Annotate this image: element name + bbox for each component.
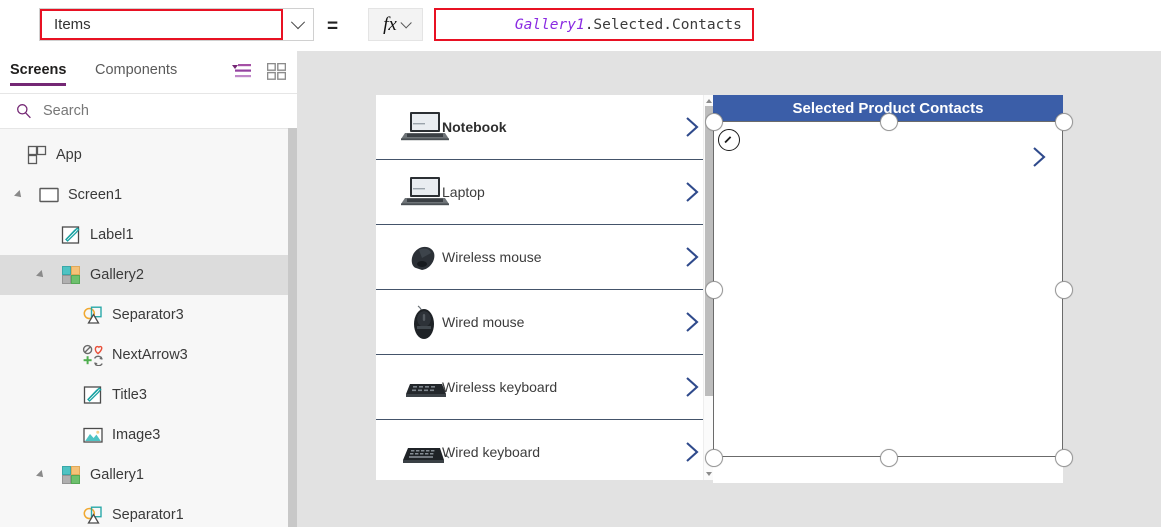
gallery-icon (60, 464, 82, 486)
search-bar[interactable]: Search (0, 94, 297, 129)
formula-bar: Items = fx Gallery1.Selected.Contacts (0, 0, 1161, 52)
grid-view-icon[interactable] (266, 62, 287, 80)
gallery-item[interactable]: Wireless keyboard (376, 355, 712, 420)
component-tree: App Screen1 Label1 Gallery2 Separator3 NextAr… (0, 129, 297, 527)
app-canvas: Notebook Laptop Wireless mouse Wired mouse W… (297, 51, 1161, 527)
tree-item-title3[interactable]: Title3 (0, 375, 297, 415)
resize-handle-middle-right[interactable] (1055, 281, 1073, 299)
tree-item-label1[interactable]: Label1 (0, 215, 297, 255)
resize-handle-middle-left[interactable] (705, 281, 723, 299)
resize-handle-bottom-center[interactable] (880, 449, 898, 467)
scroll-up-arrow-icon[interactable] (706, 99, 712, 103)
separator-icon (82, 504, 104, 526)
property-dropdown-button[interactable] (283, 9, 313, 40)
resize-handle-bottom-left[interactable] (705, 449, 723, 467)
image-icon (82, 424, 104, 446)
chevron-right-icon[interactable] (1028, 144, 1050, 170)
icon-set-icon (82, 344, 104, 367)
tab-screens[interactable]: Screens (10, 62, 67, 86)
tree-item-separator1[interactable]: Separator1 (0, 495, 297, 527)
resize-handle-top-right[interactable] (1055, 113, 1073, 131)
gallery-icon (60, 264, 82, 286)
gallery-item[interactable]: Wireless mouse (376, 225, 712, 290)
sidebar-scrollbar-thumb[interactable] (288, 128, 297, 527)
pencil-edit-icon[interactable] (718, 129, 740, 151)
left-tree-panel: Screens Components Search App Screen1 La… (0, 51, 298, 527)
label-icon (82, 384, 104, 406)
chevron-right-icon[interactable] (681, 179, 703, 205)
chevron-right-icon[interactable] (681, 114, 703, 140)
tree-item-label: Title3 (112, 387, 147, 403)
tree-item-gallery1[interactable]: Gallery1 (0, 455, 297, 495)
fx-button[interactable]: fx (368, 8, 423, 41)
selected-contacts-gallery[interactable]: Selected Product Contacts (713, 95, 1063, 483)
tab-components[interactable]: Components (95, 62, 177, 78)
property-selector-box[interactable]: Items (40, 9, 283, 40)
gallery-item[interactable]: Wired mouse (376, 290, 712, 355)
tree-item-separator3[interactable]: Separator3 (0, 295, 297, 335)
resize-handle-top-center[interactable] (880, 113, 898, 131)
product-gallery-scrollbar-thumb[interactable] (705, 106, 713, 396)
chevron-right-icon[interactable] (681, 309, 703, 335)
gallery-item-title: Notebook (442, 119, 507, 135)
fx-label: fx (383, 13, 397, 35)
chevron-right-icon[interactable] (681, 244, 703, 270)
panel-tabs: Screens Components (0, 51, 297, 94)
app-icon (26, 144, 48, 166)
equals-sign: = (327, 16, 339, 37)
tree-item-app[interactable]: App (0, 135, 297, 175)
expand-collapse-arrow-icon[interactable] (36, 470, 46, 480)
tree-item-gallery2[interactable]: Gallery2 (0, 255, 297, 295)
tree-item-label: Gallery1 (90, 467, 144, 483)
gallery-item-title: Wired keyboard (442, 444, 541, 460)
tree-item-nextarrow3[interactable]: NextArrow3 (0, 335, 297, 375)
expand-collapse-arrow-icon[interactable] (36, 270, 46, 280)
gallery-item[interactable]: Laptop (376, 160, 712, 225)
product-gallery[interactable]: Notebook Laptop Wireless mouse Wired mouse W… (376, 95, 712, 480)
tree-item-label: App (56, 147, 82, 163)
chevron-down-icon (290, 14, 306, 29)
sidebar-scrollbar-track[interactable] (288, 128, 297, 527)
gallery-item-title: Wired mouse (442, 314, 525, 330)
gallery-item[interactable]: Wired keyboard (376, 420, 712, 480)
gallery-item-title: Laptop (442, 184, 485, 200)
gallery-item-title: Wireless keyboard (442, 379, 558, 395)
gallery-item-title: Wireless mouse (442, 249, 542, 265)
label-icon (60, 224, 82, 246)
chevron-down-icon (400, 16, 412, 29)
tree-item-label: Separator3 (112, 307, 184, 323)
tree-item-label: NextArrow3 (112, 347, 188, 363)
scroll-down-arrow-icon[interactable] (706, 472, 712, 476)
screen-icon (38, 184, 60, 206)
search-icon (16, 103, 32, 119)
chevron-right-icon[interactable] (681, 374, 703, 400)
tree-item-label: Image3 (112, 427, 161, 443)
property-selector[interactable]: Items (39, 8, 314, 41)
formula-rest-token: .Selected.Contacts (584, 16, 742, 33)
tree-item-label: Separator1 (112, 507, 184, 523)
tree-list-icon[interactable] (231, 62, 251, 80)
formula-text: Gallery1.Selected.Contacts (445, 1, 742, 49)
expand-collapse-arrow-icon[interactable] (14, 190, 24, 200)
formula-control-token: Gallery1 (514, 16, 585, 33)
selected-contacts-gallery-body (713, 193, 1063, 483)
tree-item-image3[interactable]: Image3 (0, 415, 297, 455)
tree-item-label: Gallery2 (90, 267, 144, 283)
property-selector-value: Items (54, 16, 91, 33)
tree-item-label: Label1 (90, 227, 134, 243)
selected-contacts-gallery-item[interactable] (713, 121, 1063, 194)
chevron-right-icon[interactable] (681, 439, 703, 465)
tree-item-screen1[interactable]: Screen1 (0, 175, 297, 215)
search-input[interactable]: Search (43, 103, 89, 119)
resize-handle-top-left[interactable] (705, 113, 723, 131)
gallery-item[interactable]: Notebook (376, 95, 712, 160)
formula-input[interactable]: Gallery1.Selected.Contacts (434, 8, 754, 41)
resize-handle-bottom-right[interactable] (1055, 449, 1073, 467)
tree-item-label: Screen1 (68, 187, 123, 203)
separator-icon (82, 304, 104, 326)
